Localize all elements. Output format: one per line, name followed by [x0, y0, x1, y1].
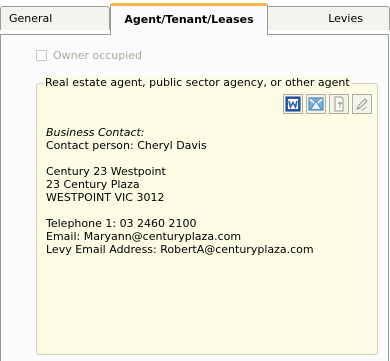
- tab-general[interactable]: General: [0, 6, 110, 30]
- checkbox-box[interactable]: [36, 50, 47, 61]
- word-document-icon: [285, 96, 301, 112]
- contact-person: Contact person: Cheryl Davis: [46, 139, 207, 152]
- word-document-button[interactable]: [283, 94, 303, 114]
- envelope-icon: [308, 96, 324, 112]
- contact-toolbar: [283, 94, 372, 114]
- document-icon: [331, 96, 347, 112]
- telephone: Telephone 1: 03 2460 2100: [46, 217, 197, 230]
- tab-levies-label: Levies: [328, 12, 363, 25]
- document-button[interactable]: [329, 94, 349, 114]
- levy-email: Levy Email Address: RobertA@centuryplaza…: [46, 243, 314, 256]
- tab-agent-tenant-leases-label: Agent/Tenant/Leases: [124, 13, 254, 26]
- tab-bar: General Levies Agent/Tenant/Leases: [0, 0, 390, 35]
- address-line: Century 23 Westpoint: [46, 165, 166, 178]
- agent-group-box: Real estate agent, public sector agency,…: [36, 76, 378, 355]
- address-line: 23 Century Plaza: [46, 178, 140, 191]
- tab-levies[interactable]: Levies: [264, 6, 390, 30]
- owner-occupied-label: Owner occupied: [53, 49, 142, 62]
- tab-general-label: General: [9, 12, 53, 25]
- envelope-button[interactable]: [306, 94, 326, 114]
- email: Email: Maryann@centuryplaza.com: [46, 230, 242, 243]
- address-line: WESTPOINT VIC 3012: [46, 191, 165, 204]
- edit-icon: [354, 96, 370, 112]
- owner-occupied-checkbox[interactable]: Owner occupied: [36, 49, 142, 62]
- tab-agent-tenant-leases[interactable]: Agent/Tenant/Leases: [110, 3, 268, 35]
- contact-details: Business Contact: Contact person: Cheryl…: [46, 126, 314, 256]
- business-contact-heading: Business Contact:: [46, 126, 145, 139]
- edit-button[interactable]: [352, 94, 372, 114]
- agent-group-legend: Real estate agent, public sector agency,…: [43, 76, 352, 89]
